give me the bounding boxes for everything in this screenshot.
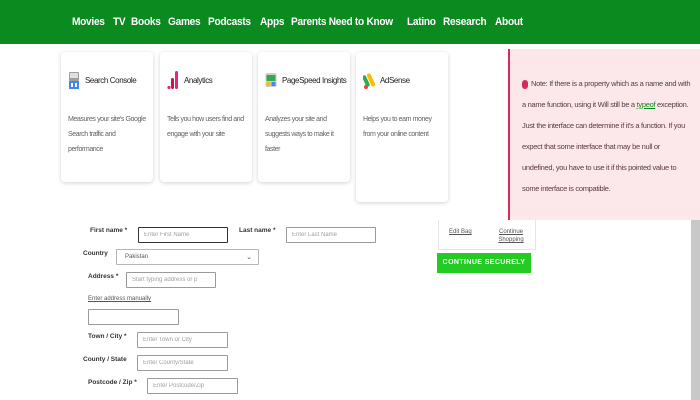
notice-box: Note: If there is a property which as a … bbox=[508, 49, 700, 220]
notice-code-link[interactable]: typeof bbox=[637, 100, 656, 109]
manual-address-input[interactable] bbox=[88, 309, 179, 325]
warning-icon bbox=[522, 79, 528, 89]
country-select[interactable]: Pakistan ⌄ bbox=[116, 249, 259, 265]
nav-podcasts[interactable]: Podcasts bbox=[208, 16, 251, 28]
last-name-label: Last name * bbox=[239, 227, 276, 234]
county-label: County / State bbox=[83, 356, 127, 363]
nav-parents-need-to-know[interactable]: Parents Need to Know bbox=[291, 16, 393, 28]
country-label: Country bbox=[83, 250, 108, 257]
nav-movies[interactable]: Movies bbox=[72, 16, 105, 28]
notice-line-2b: exception. Just the interface can determ… bbox=[522, 100, 689, 193]
card-adsense[interactable]: AdSense Helps you to earn money from you… bbox=[356, 52, 448, 202]
continue-securely-button[interactable]: CONTINUE SECURELY bbox=[437, 253, 531, 273]
analytics-icon bbox=[167, 71, 178, 90]
nav-about[interactable]: About bbox=[495, 16, 523, 28]
scrollbar[interactable] bbox=[691, 220, 700, 400]
notice-line-2a: Will still be a bbox=[597, 100, 635, 109]
continue-shopping-link[interactable]: Continue Shopping bbox=[495, 228, 527, 244]
chevron-down-icon: ⌄ bbox=[246, 254, 252, 261]
county-input[interactable] bbox=[137, 355, 228, 371]
country-value: Pakistan bbox=[125, 254, 149, 260]
card-analytics[interactable]: Analytics Tells you how users find and e… bbox=[160, 52, 252, 182]
top-nav: Movies TV Books Games Podcasts Apps Pare… bbox=[0, 0, 700, 44]
edit-bag-link[interactable]: Edit Bag bbox=[449, 228, 472, 236]
first-name-input[interactable] bbox=[138, 227, 228, 243]
last-name-input[interactable] bbox=[286, 227, 376, 243]
nav-books[interactable]: Books bbox=[131, 16, 161, 28]
nav-tv[interactable]: TV bbox=[113, 16, 126, 28]
card-title: AdSense bbox=[380, 75, 410, 85]
card-description: Tells you how users find and engage with… bbox=[167, 116, 244, 138]
town-input[interactable] bbox=[137, 332, 228, 348]
nav-apps[interactable]: Apps bbox=[260, 16, 284, 28]
nav-games[interactable]: Games bbox=[168, 16, 201, 28]
card-description: Analyzes your site and suggests ways to … bbox=[265, 116, 334, 153]
address-label: Address * bbox=[88, 273, 119, 280]
pagespeed-icon bbox=[265, 73, 277, 87]
card-title: Search Console bbox=[85, 75, 137, 85]
card-search-console[interactable]: Search Console Measures your site's Goog… bbox=[61, 52, 153, 182]
first-name-label: First name * bbox=[90, 227, 128, 234]
nav-latino[interactable]: Latino bbox=[407, 16, 436, 28]
card-description: Measures your site's Google Search traff… bbox=[68, 116, 146, 153]
address-input[interactable] bbox=[126, 272, 216, 288]
adsense-icon bbox=[363, 73, 375, 89]
postcode-input[interactable] bbox=[147, 378, 238, 394]
basket-summary: Edit Bag Continue Shopping bbox=[438, 220, 536, 250]
nav-research[interactable]: Research bbox=[443, 16, 487, 28]
card-title: Analytics bbox=[184, 75, 213, 85]
enter-address-manually-link[interactable]: Enter address manually bbox=[88, 296, 151, 302]
card-title: PageSpeed Insights bbox=[282, 75, 347, 85]
town-label: Town / City * bbox=[88, 333, 127, 340]
search-console-icon bbox=[69, 72, 79, 89]
card-description: Helps you to earn money from your online… bbox=[363, 116, 432, 138]
notice-text: Note: If there is a property which as a … bbox=[522, 73, 692, 199]
postcode-label: Postcode / Zip * bbox=[88, 379, 137, 386]
card-pagespeed-insights[interactable]: PageSpeed Insights Analyzes your site an… bbox=[258, 52, 350, 182]
